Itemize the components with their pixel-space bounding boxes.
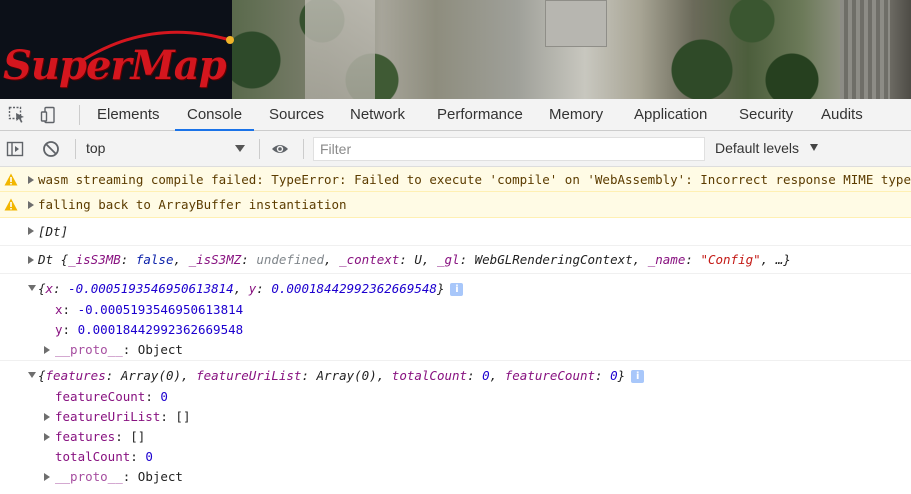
- tab-elements[interactable]: Elements: [97, 99, 160, 130]
- collapse-arrow-icon[interactable]: [28, 285, 36, 291]
- tab-memory[interactable]: Memory: [549, 99, 603, 130]
- aerial-building: [545, 0, 607, 47]
- clear-console-icon[interactable]: [42, 140, 60, 158]
- expand-arrow-icon[interactable]: [44, 413, 50, 421]
- property-row[interactable]: featureUriList: []: [55, 409, 190, 424]
- filter-input[interactable]: [313, 137, 705, 161]
- supermap-logo: SuperMap: [3, 42, 227, 89]
- toolbar-divider: [303, 139, 304, 159]
- inspect-element-icon[interactable]: [8, 106, 26, 124]
- console-warning-message[interactable]: wasm streaming compile failed: TypeError…: [0, 167, 911, 192]
- object-preview[interactable]: {x: -0.0005193546950613814, y: 0.0001844…: [38, 281, 464, 296]
- console-log-message[interactable]: {features: Array(0), featureUriList: Arr…: [0, 361, 911, 491]
- console-log-message[interactable]: Dt {_isS3MB: false, _isS3MZ: undefined, …: [0, 246, 911, 274]
- tab-audits[interactable]: Audits: [821, 99, 863, 130]
- tab-network[interactable]: Network: [350, 99, 405, 130]
- console-warning-message[interactable]: falling back to ArrayBuffer instantiatio…: [0, 192, 911, 218]
- device-toolbar-icon[interactable]: [40, 106, 58, 124]
- message-text: falling back to ArrayBuffer instantiatio…: [38, 197, 347, 212]
- expand-arrow-icon[interactable]: [28, 227, 34, 235]
- expand-arrow-icon[interactable]: [28, 176, 34, 184]
- chevron-down-icon[interactable]: [810, 144, 818, 151]
- property-row[interactable]: features: []: [55, 429, 145, 444]
- context-selector[interactable]: top: [86, 131, 105, 166]
- info-icon[interactable]: i: [631, 370, 645, 383]
- property-row: totalCount: 0: [55, 449, 153, 464]
- tab-application[interactable]: Application: [634, 99, 707, 130]
- tab-sources[interactable]: Sources: [269, 99, 324, 130]
- warning-icon: [4, 173, 18, 186]
- expand-arrow-icon[interactable]: [44, 433, 50, 441]
- aerial-road: [305, 0, 375, 99]
- log-levels-dropdown[interactable]: Default levels: [715, 131, 799, 166]
- tab-performance[interactable]: Performance: [437, 99, 523, 130]
- console-messages: wasm streaming compile failed: TypeError…: [0, 167, 911, 494]
- message-text: wasm streaming compile failed: TypeError…: [38, 172, 911, 187]
- tab-console[interactable]: Console: [174, 99, 255, 131]
- console-log-message[interactable]: {x: -0.0005193546950613814, y: 0.0001844…: [0, 274, 911, 361]
- chevron-down-icon[interactable]: [235, 145, 245, 152]
- property-row: y: 0.00018442992362669548: [55, 322, 244, 337]
- warning-icon: [4, 198, 18, 211]
- aerial-building: [840, 0, 890, 99]
- property-row: featureCount: 0: [55, 389, 168, 404]
- property-row[interactable]: __proto__: Object: [55, 469, 183, 484]
- expand-arrow-icon[interactable]: [28, 256, 34, 264]
- property-row[interactable]: __proto__: Object: [55, 342, 183, 357]
- toolbar-divider: [259, 139, 260, 159]
- show-sidebar-icon[interactable]: [6, 140, 24, 158]
- devtools-tabbar: Elements Console Sources Network Perform…: [0, 99, 911, 131]
- expand-arrow-icon[interactable]: [44, 346, 50, 354]
- message-text: [Dt]: [38, 224, 69, 239]
- object-preview[interactable]: Dt {_isS3MB: false, _isS3MZ: undefined, …: [38, 252, 791, 267]
- expand-arrow-icon[interactable]: [28, 201, 34, 209]
- console-toolbar: top Default levels: [0, 131, 911, 167]
- toolbar-divider: [75, 139, 76, 159]
- info-icon[interactable]: i: [450, 283, 464, 296]
- map-viewport[interactable]: SuperMap: [0, 0, 911, 99]
- object-preview[interactable]: {features: Array(0), featureUriList: Arr…: [38, 368, 645, 383]
- property-row: x: -0.0005193546950613814: [55, 302, 244, 317]
- live-expression-eye-icon[interactable]: [271, 140, 289, 158]
- collapse-arrow-icon[interactable]: [28, 372, 36, 378]
- console-log-message[interactable]: [Dt]: [0, 218, 911, 246]
- tab-security[interactable]: Security: [739, 99, 793, 130]
- expand-arrow-icon[interactable]: [44, 473, 50, 481]
- toolbar-divider: [79, 105, 80, 125]
